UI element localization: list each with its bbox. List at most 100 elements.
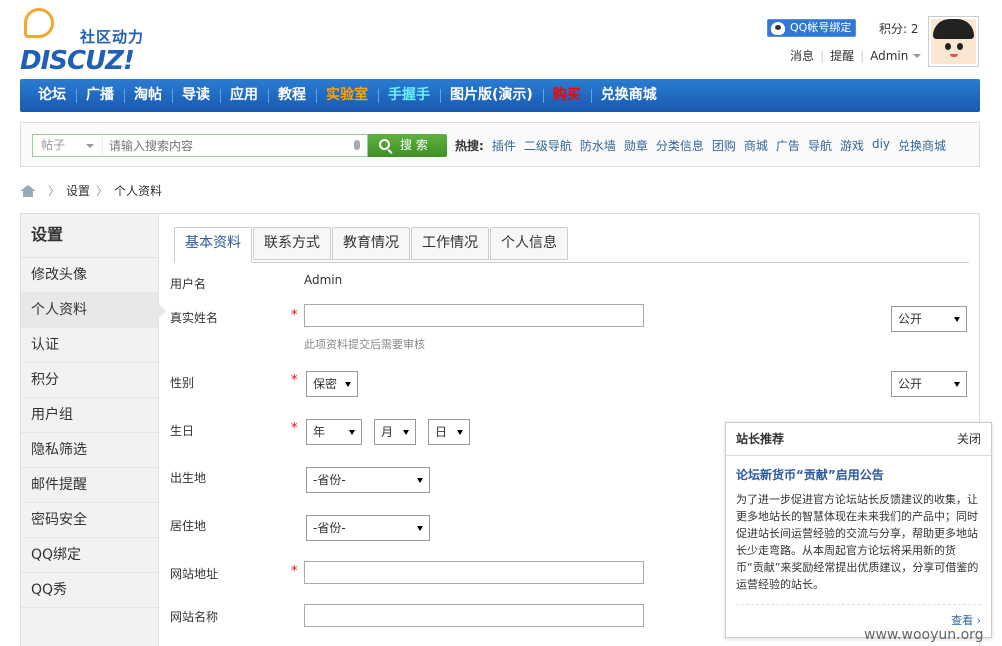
sidebar-item-avatar[interactable]: 修改头像 xyxy=(21,258,158,293)
chevron-down-icon xyxy=(349,430,355,435)
sidebar-item-qq-show[interactable]: QQ秀 xyxy=(21,573,158,608)
nav-item-lab[interactable]: 实验室 xyxy=(316,79,378,112)
search-input[interactable] xyxy=(102,134,368,157)
gender-label: 性别 xyxy=(170,376,195,390)
tab-work[interactable]: 工作情况 xyxy=(411,227,489,260)
search-icon xyxy=(379,139,390,150)
residence-label: 居住地 xyxy=(170,519,207,533)
watermark: www.wooyun.org xyxy=(864,627,984,643)
hot-keyword[interactable]: 兑换商城 xyxy=(898,137,946,154)
residence-province-select[interactable]: -省份- xyxy=(306,515,430,541)
hot-keyword[interactable]: 导航 xyxy=(808,137,832,154)
required-mark: * xyxy=(291,421,298,436)
sidebar-item-usergroup[interactable]: 用户组 xyxy=(21,398,158,433)
nav-item-exchange-mall[interactable]: 兑换商城 xyxy=(590,79,667,112)
username-value: Admin xyxy=(304,273,343,287)
tab-personal[interactable]: 个人信息 xyxy=(490,227,568,260)
sidebar-item-email[interactable]: 邮件提醒 xyxy=(21,468,158,503)
hot-keyword[interactable]: 分类信息 xyxy=(656,137,704,154)
close-button[interactable]: 关闭 xyxy=(957,423,981,456)
qq-icon xyxy=(771,22,785,35)
hot-keyword[interactable]: diy xyxy=(872,137,890,154)
logo-title: DISCUZ! xyxy=(20,46,135,76)
user-points[interactable]: 积分: 2 xyxy=(879,20,919,37)
day-value: 日 xyxy=(435,425,448,439)
birthplace-label: 出生地 xyxy=(170,471,207,485)
nav-item-handshake[interactable]: 手握手 xyxy=(378,79,440,112)
hot-keyword[interactable]: 广告 xyxy=(776,137,800,154)
birthday-label: 生日 xyxy=(170,424,195,438)
birthday-year-select[interactable]: 年 xyxy=(306,419,362,445)
nav-item-guide[interactable]: 导读 xyxy=(172,79,220,112)
chevron-down-icon xyxy=(345,382,351,387)
gender-value: 保密 xyxy=(313,377,338,391)
discuz-logo[interactable]: 社区动力 DISCUZ! xyxy=(20,8,155,76)
chevron-down-icon xyxy=(417,478,423,483)
sitename-input[interactable] xyxy=(304,604,644,627)
website-input[interactable] xyxy=(304,561,644,584)
website-label: 网站地址 xyxy=(170,567,219,581)
username-menu[interactable]: Admin xyxy=(870,49,908,63)
breadcrumb-settings[interactable]: 设置 xyxy=(66,182,90,199)
tab-education[interactable]: 教育情况 xyxy=(332,227,410,260)
birthplace-province-select[interactable]: -省份- xyxy=(306,467,430,493)
hot-keyword[interactable]: 防水墙 xyxy=(580,137,616,154)
chevron-down-icon xyxy=(403,430,409,435)
microphone-icon[interactable] xyxy=(354,140,360,150)
search-button[interactable]: 搜 索 xyxy=(368,134,447,157)
required-mark: * xyxy=(291,373,298,388)
tab-basic-info[interactable]: 基本资料 xyxy=(174,227,252,263)
nav-item-collection[interactable]: 淘帖 xyxy=(124,79,172,112)
sidebar-item-qq-bind[interactable]: QQ绑定 xyxy=(21,538,158,573)
chevron-down-icon xyxy=(954,317,960,322)
hot-keyword[interactable]: 商城 xyxy=(744,137,768,154)
announcement-body: 为了进一步促进官方论坛站长反馈建议的收集，让更多地站长的智慧体现在未来我们的产品… xyxy=(736,493,979,591)
hot-keyword[interactable]: 插件 xyxy=(492,137,516,154)
gender-select[interactable]: 保密 xyxy=(306,371,358,397)
nav-item-apps[interactable]: 应用 xyxy=(220,79,268,112)
settings-sidebar: 设置 修改头像 个人资料 认证 积分 用户组 隐私筛选 邮件提醒 密码安全 QQ… xyxy=(21,214,166,646)
hot-keyword[interactable]: 二级导航 xyxy=(524,137,572,154)
province-value: -省份- xyxy=(313,473,346,487)
avatar-image xyxy=(931,19,976,64)
sidebar-item-privacy[interactable]: 隐私筛选 xyxy=(21,433,158,468)
sidebar-item-password[interactable]: 密码安全 xyxy=(21,503,158,538)
username-label: 用户名 xyxy=(170,277,207,291)
hot-keyword[interactable]: 游戏 xyxy=(840,137,864,154)
breadcrumb: 〉 设置 〉 个人资料 xyxy=(20,182,162,199)
hot-keyword[interactable]: 勋章 xyxy=(624,137,648,154)
webmaster-recommend-popup: 站长推荐 关闭 论坛新货币“贡献”启用公告 为了进一步促进官方论坛站长反馈建议的… xyxy=(725,422,992,638)
notices-link[interactable]: 提醒 xyxy=(830,47,854,64)
avatar[interactable] xyxy=(928,16,979,67)
main-nav: 论坛 广播 淘帖 导读 应用 教程 实验室 手握手 图片版(演示) 购买 兑换商… xyxy=(20,79,980,112)
nav-item-picture-demo[interactable]: 图片版(演示) xyxy=(440,79,543,112)
birthday-month-select[interactable]: 月 xyxy=(374,419,416,445)
view-more-link[interactable]: 查看 › xyxy=(951,612,981,628)
realname-input[interactable] xyxy=(304,304,644,327)
home-icon[interactable] xyxy=(20,184,36,197)
qq-bind-button[interactable]: QQ帐号绑定 xyxy=(767,19,857,37)
search-type-label: 帖子 xyxy=(41,138,66,152)
nav-item-forum[interactable]: 论坛 xyxy=(28,79,76,112)
realname-privacy-select[interactable]: 公开 xyxy=(891,306,967,332)
chevron-down-icon[interactable] xyxy=(913,53,922,58)
announcement-title[interactable]: 论坛新货币“贡献”启用公告 xyxy=(736,466,981,483)
search-type-select[interactable]: 帖子 xyxy=(32,134,102,157)
gender-privacy-select[interactable]: 公开 xyxy=(891,371,967,397)
birthday-day-select[interactable]: 日 xyxy=(428,419,470,445)
breadcrumb-profile[interactable]: 个人资料 xyxy=(114,182,162,199)
tab-contact[interactable]: 联系方式 xyxy=(253,227,331,260)
messages-link[interactable]: 消息 xyxy=(790,47,814,64)
sidebar-item-profile[interactable]: 个人资料 xyxy=(21,293,166,328)
hot-keyword[interactable]: 团购 xyxy=(712,137,736,154)
sidebar-item-verify[interactable]: 认证 xyxy=(21,328,158,363)
realname-hint: 此项资料提交后需要审核 xyxy=(304,338,425,351)
month-value: 月 xyxy=(381,425,394,439)
nav-item-buy[interactable]: 购买 xyxy=(542,79,591,112)
nav-item-tutorial[interactable]: 教程 xyxy=(268,79,316,112)
sidebar-title: 设置 xyxy=(21,214,158,258)
sitename-label: 网站名称 xyxy=(170,610,219,624)
required-mark: * xyxy=(291,564,298,579)
nav-item-broadcast[interactable]: 广播 xyxy=(76,79,124,112)
sidebar-item-credits[interactable]: 积分 xyxy=(21,363,158,398)
